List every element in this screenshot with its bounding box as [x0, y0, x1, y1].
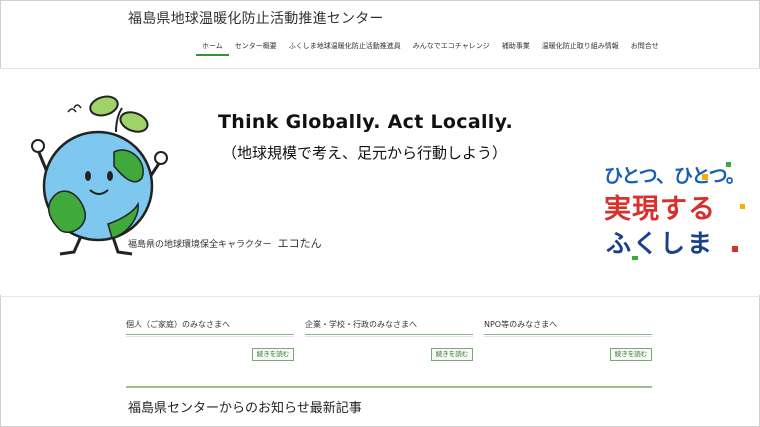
- section-individuals: 個人（ご家庭）のみなさまへ 続きを読む: [126, 319, 294, 361]
- section-divider: [305, 336, 473, 337]
- nav-item-promoters[interactable]: ふくしま地球温暖化防止活動推進員: [283, 40, 407, 56]
- nav-item-subsidy[interactable]: 補助事業: [496, 40, 536, 56]
- nav-item-about[interactable]: センター概要: [229, 40, 283, 56]
- mascot-caption: 福島県の地球環境保全キャラクター エコたん: [128, 235, 322, 251]
- nav-item-eco-challenge[interactable]: みんなでエコチャレンジ: [407, 40, 496, 56]
- hero-divider: [0, 296, 760, 297]
- nav-item-home[interactable]: ホーム: [196, 40, 229, 56]
- section-divider: [484, 336, 652, 337]
- main-nav: ホーム センター概要 ふくしま地球温暖化防止活動推進員 みんなでエコチャレンジ …: [196, 40, 665, 56]
- tagline-english: Think Globally. Act Locally.: [218, 111, 514, 133]
- slogan-logo: ひとつ、ひとつ。 実現する ふくしま: [604, 162, 745, 260]
- section-title[interactable]: NPO等のみなさまへ: [484, 319, 652, 335]
- news-heading: 福島県センターからのお知らせ最新記事: [128, 401, 362, 416]
- nav-item-contact[interactable]: お問合せ: [625, 40, 665, 56]
- news-divider: [126, 386, 652, 388]
- section-title[interactable]: 個人（ご家庭）のみなさまへ: [126, 319, 294, 335]
- section-divider: [126, 336, 294, 337]
- mascot-name: エコたん: [277, 237, 322, 250]
- tagline-japanese: （地球規模で考え、足元から行動しよう）: [222, 144, 508, 162]
- section-title[interactable]: 企業・学校・行政のみなさまへ: [305, 319, 473, 335]
- section-npo: NPO等のみなさまへ 続きを読む: [484, 319, 652, 361]
- read-more-button[interactable]: 続きを読む: [610, 348, 652, 361]
- slogan-line-2: 実現する: [604, 193, 716, 225]
- read-more-button[interactable]: 続きを読む: [431, 348, 473, 361]
- site-title[interactable]: 福島県地球温暖化防止活動推進センター: [128, 8, 384, 28]
- mascot-caption-text: 福島県の地球環境保全キャラクター: [128, 240, 272, 250]
- nav-item-initiatives[interactable]: 温暖化防止取り組み情報: [536, 40, 625, 56]
- slogan-line-1: ひとつ、ひとつ。: [604, 165, 744, 187]
- slogan-line-3: ふくしま: [606, 229, 714, 258]
- section-organizations: 企業・学校・行政のみなさまへ 続きを読む: [305, 319, 473, 361]
- read-more-button[interactable]: 続きを読む: [252, 348, 294, 361]
